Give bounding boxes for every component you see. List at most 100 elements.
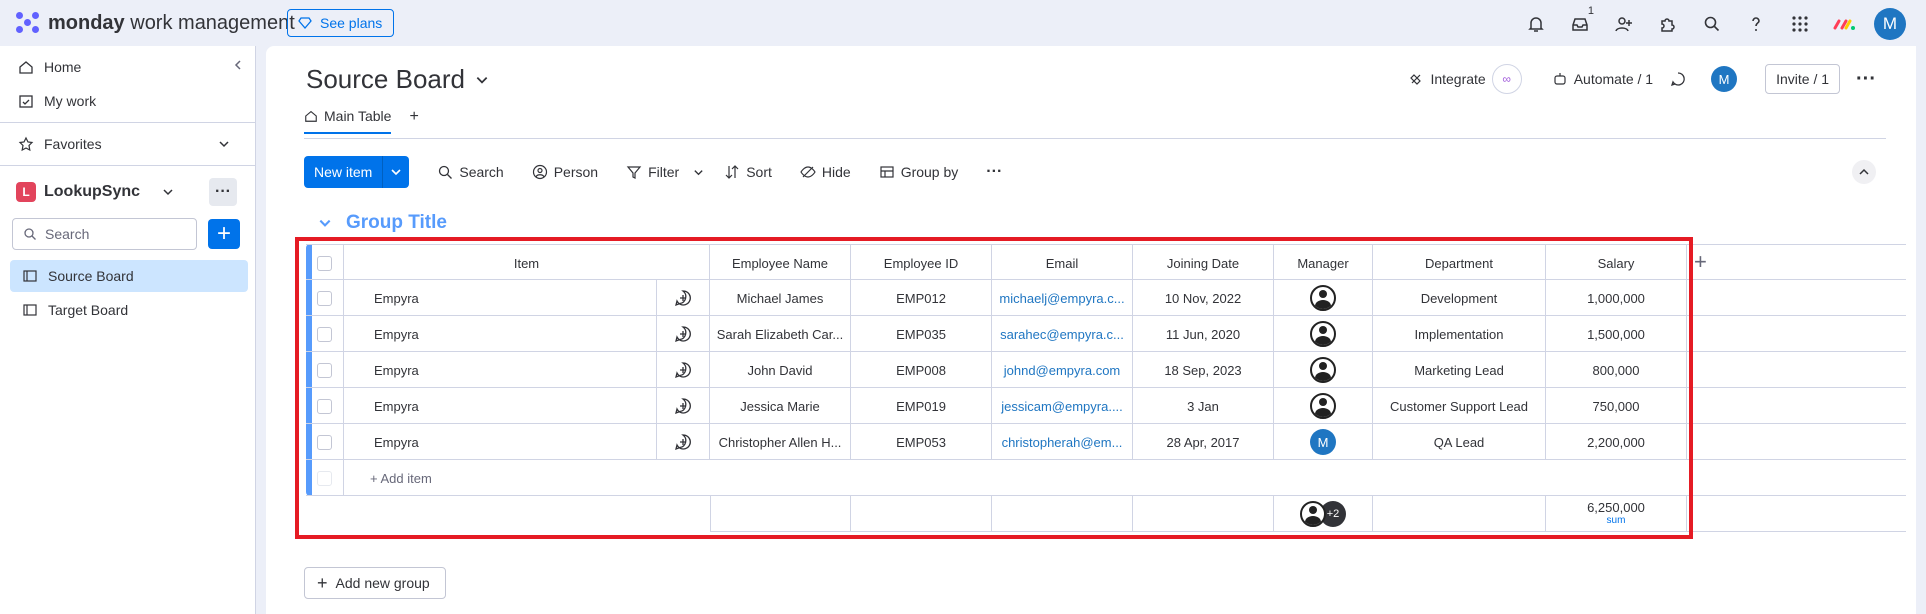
manager-cell[interactable] (1274, 388, 1373, 424)
manager-summary[interactable]: +2 (1274, 496, 1373, 532)
see-plans-button[interactable]: See plans (287, 9, 394, 37)
salary-sum[interactable]: 6,250,000 sum (1546, 496, 1687, 532)
sidebar-add-button[interactable]: + (208, 219, 240, 249)
updates-icon[interactable] (1669, 70, 1687, 88)
table-row[interactable]: Empyra Michael James EMP012 michaelj@empyra… (306, 280, 1906, 316)
add-item-input[interactable]: + Add item (344, 460, 1906, 496)
inbox-icon[interactable]: 1 (1566, 5, 1594, 38)
sort-button[interactable]: Sort (724, 164, 772, 180)
bell-icon[interactable] (1522, 10, 1550, 38)
monday-product-icon[interactable] (1830, 10, 1858, 38)
column-header-employee-id[interactable]: Employee ID (851, 245, 992, 281)
column-header-manager[interactable]: Manager (1274, 245, 1373, 281)
joining-date-cell[interactable]: 11 Jun, 2020 (1133, 316, 1274, 352)
salary-cell[interactable]: 1,500,000 (1546, 316, 1687, 352)
email-cell[interactable]: jessicam@empyra.... (992, 388, 1133, 424)
workspace-selector[interactable]: L LookupSync ··· (0, 170, 255, 214)
sidebar-item-favorites[interactable]: Favorites (0, 127, 255, 161)
salary-cell[interactable]: 2,200,000 (1546, 424, 1687, 460)
search-icon[interactable] (1698, 10, 1726, 38)
email-cell[interactable]: michaelj@empyra.c... (992, 280, 1133, 316)
add-update-icon[interactable] (657, 424, 710, 460)
apps-grid-icon[interactable] (1786, 10, 1814, 38)
item-name[interactable]: Empyra (344, 280, 657, 316)
table-row[interactable]: Empyra John David EMP008 johnd@empyra.com 18… (306, 352, 1906, 388)
email-cell[interactable]: johnd@empyra.com (992, 352, 1133, 388)
table-row[interactable]: Empyra Jessica Marie EMP019 jessicam@empyra… (306, 388, 1906, 424)
more-options-icon[interactable]: ··· (1856, 68, 1876, 91)
row-checkbox[interactable] (306, 280, 344, 316)
add-update-icon[interactable] (657, 280, 710, 316)
employee-name-cell[interactable]: Jessica Marie (710, 388, 851, 424)
apps-puzzle-icon[interactable] (1654, 10, 1682, 38)
column-header-salary[interactable]: Salary (1546, 245, 1687, 281)
filter-button[interactable]: Filter (626, 164, 704, 180)
row-checkbox[interactable] (306, 388, 344, 424)
department-cell[interactable]: Development (1373, 280, 1546, 316)
joining-date-cell[interactable]: 10 Nov, 2022 (1133, 280, 1274, 316)
sidebar-item-home[interactable]: Home (0, 50, 255, 84)
employee-id-cell[interactable]: EMP008 (851, 352, 992, 388)
employee-id-cell[interactable]: EMP012 (851, 280, 992, 316)
sidebar-item-source-board[interactable]: Source Board (10, 260, 248, 292)
integrate-button[interactable]: Integrate ∞ (1408, 64, 1522, 94)
new-item-button[interactable]: New item (304, 156, 410, 188)
column-header-department[interactable]: Department (1373, 245, 1546, 281)
column-header-joining-date[interactable]: Joining Date (1133, 245, 1274, 281)
manager-cell[interactable]: M (1274, 424, 1373, 460)
group-title[interactable]: Group Title (318, 212, 447, 234)
email-cell[interactable]: sarahec@empyra.c... (992, 316, 1133, 352)
board-avatar[interactable]: M (1711, 66, 1738, 92)
add-column-icon[interactable]: + (1694, 249, 1707, 275)
add-update-icon[interactable] (657, 388, 710, 424)
item-name[interactable]: Empyra (344, 316, 657, 352)
table-row[interactable]: Empyra Christopher Allen H... EMP053 christ… (306, 424, 1906, 460)
add-update-icon[interactable] (657, 352, 710, 388)
person-filter-button[interactable]: Person (532, 164, 598, 180)
workspace-more-icon[interactable]: ··· (209, 178, 237, 206)
row-checkbox[interactable] (306, 316, 344, 352)
department-cell[interactable]: Marketing Lead (1373, 352, 1546, 388)
more-actions-icon[interactable]: ··· (986, 163, 1002, 181)
automate-button[interactable]: Automate / 1 (1552, 71, 1653, 87)
employee-name-cell[interactable]: Christopher Allen H... (710, 424, 851, 460)
joining-date-cell[interactable]: 18 Sep, 2023 (1133, 352, 1274, 388)
row-checkbox[interactable] (306, 424, 344, 460)
sidebar-item-target-board[interactable]: Target Board (10, 294, 248, 326)
row-checkbox[interactable] (306, 352, 344, 388)
add-item-row[interactable]: + Add item (306, 460, 1906, 496)
manager-cell[interactable] (1274, 280, 1373, 316)
board-title[interactable]: Source Board (306, 64, 489, 95)
salary-cell[interactable]: 800,000 (1546, 352, 1687, 388)
table-row[interactable]: Empyra Sarah Elizabeth Car... EMP035 sarahe… (306, 316, 1906, 352)
chevron-down-icon[interactable] (383, 166, 409, 178)
column-header-item[interactable]: Item (344, 245, 710, 281)
invite-members-icon[interactable] (1610, 10, 1638, 38)
select-all-checkbox[interactable] (306, 245, 344, 281)
manager-cell[interactable] (1274, 316, 1373, 352)
department-cell[interactable]: QA Lead (1373, 424, 1546, 460)
email-cell[interactable]: christopherah@em... (992, 424, 1133, 460)
collapse-sidebar-icon[interactable] (232, 58, 244, 74)
joining-date-cell[interactable]: 28 Apr, 2017 (1133, 424, 1274, 460)
tab-main-table[interactable]: Main Table (304, 108, 392, 134)
sidebar-search-input[interactable]: Search (12, 218, 197, 250)
department-cell[interactable]: Customer Support Lead (1373, 388, 1546, 424)
employee-name-cell[interactable]: John David (710, 352, 851, 388)
monday-logo[interactable]: monday work management (14, 10, 295, 36)
collapse-header-icon[interactable] (1852, 160, 1876, 184)
item-name[interactable]: Empyra (344, 388, 657, 424)
search-button[interactable]: Search (437, 164, 504, 180)
employee-name-cell[interactable]: Sarah Elizabeth Car... (710, 316, 851, 352)
sidebar-item-my-work[interactable]: My work (0, 84, 255, 118)
employee-id-cell[interactable]: EMP053 (851, 424, 992, 460)
department-cell[interactable]: Implementation (1373, 316, 1546, 352)
manager-cell[interactable] (1274, 352, 1373, 388)
employee-id-cell[interactable]: EMP035 (851, 316, 992, 352)
employee-name-cell[interactable]: Michael James (710, 280, 851, 316)
item-name[interactable]: Empyra (344, 352, 657, 388)
column-header-employee-name[interactable]: Employee Name (710, 245, 851, 281)
hide-button[interactable]: Hide (800, 164, 851, 180)
item-name[interactable]: Empyra (344, 424, 657, 460)
invite-button[interactable]: Invite / 1 (1765, 64, 1841, 94)
